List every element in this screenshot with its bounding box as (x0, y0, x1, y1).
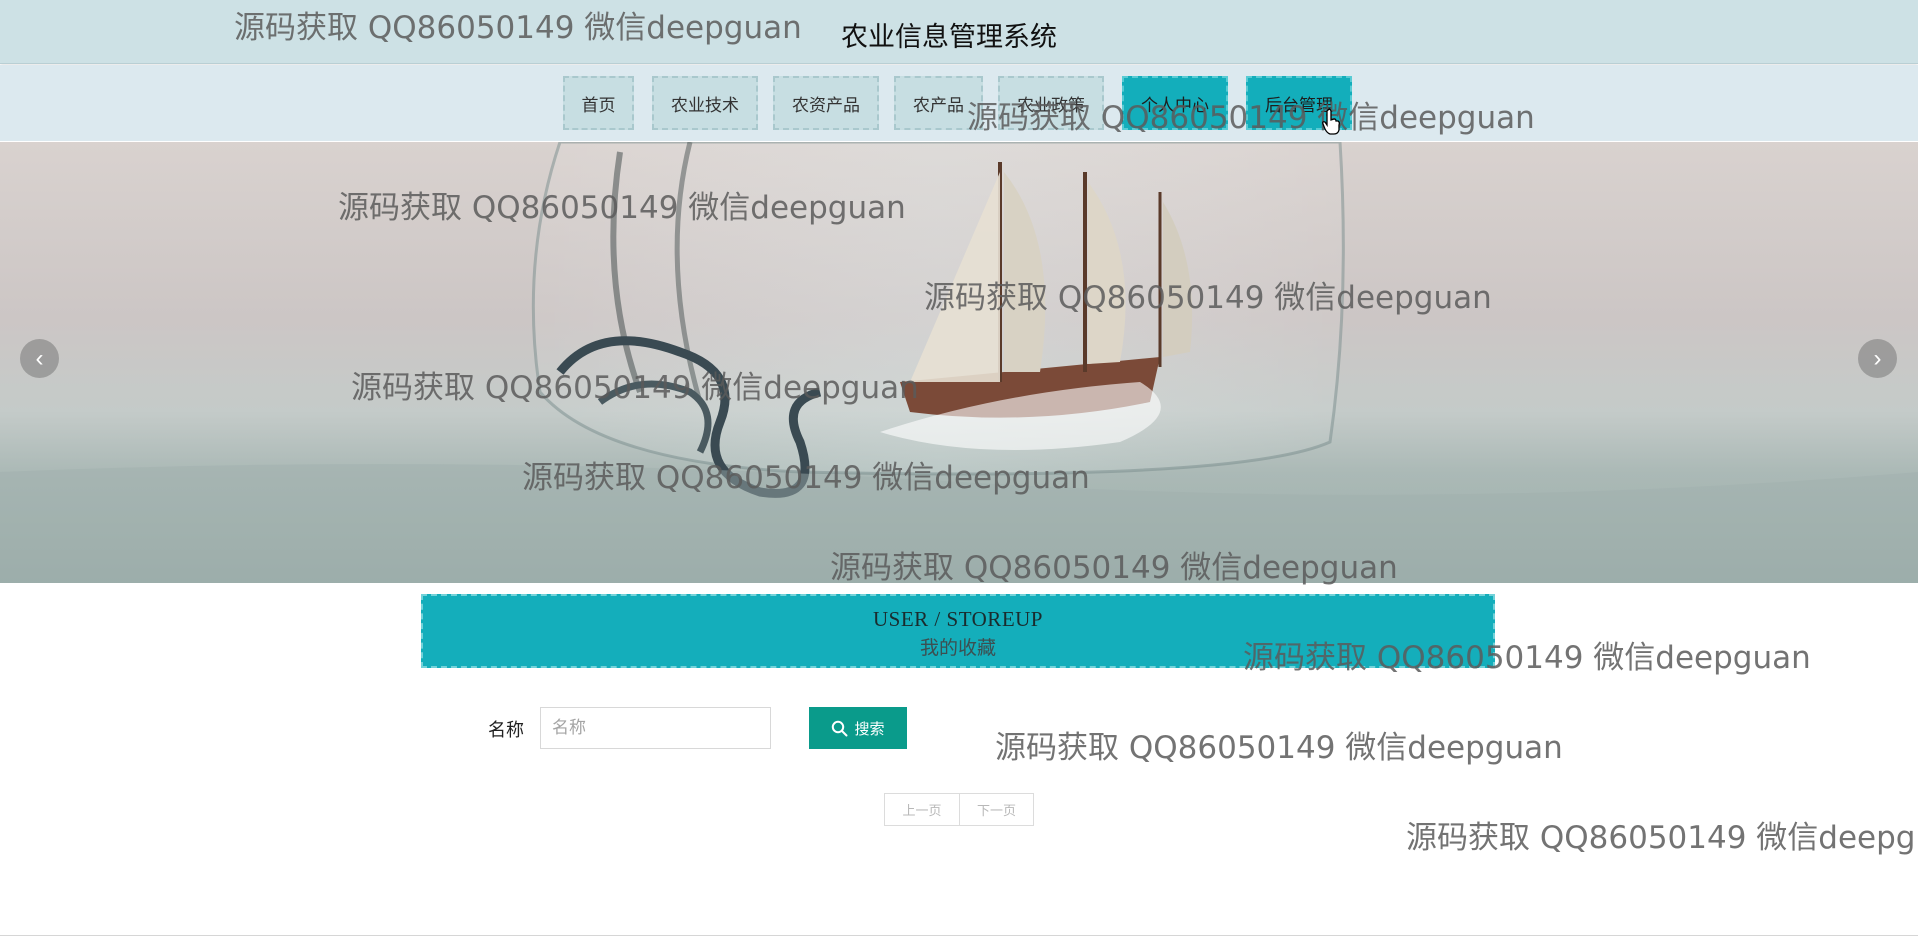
watermark: 源码获取 QQ86050149 微信deepguan (1406, 820, 1918, 856)
watermark: 源码获取 QQ86050149 微信deepguan (995, 730, 1563, 766)
search-input[interactable] (540, 707, 771, 749)
pagination: 上一页 下一页 (884, 793, 1034, 826)
nav-item-agri-tech[interactable]: 农业技术 (652, 76, 758, 130)
chevron-right-icon: › (1873, 344, 1882, 372)
section-title-cn: 我的收藏 (919, 637, 996, 659)
site-title: 农业信息管理系统 (841, 22, 1057, 53)
section-title-en: USER / STOREUP (873, 607, 1043, 631)
search-button-label: 搜索 (854, 719, 885, 738)
next-page-button[interactable]: 下一页 (959, 794, 1033, 825)
main-nav: 首页 农业技术 农资产品 农产品 农业政策 个人中心 后台管理 (0, 65, 1918, 141)
nav-item-agri-supplies[interactable]: 农资产品 (773, 76, 879, 130)
banner-image (0, 142, 1918, 583)
banner-next-button[interactable]: › (1858, 339, 1897, 378)
search-label: 名称 (488, 720, 524, 741)
banner-carousel[interactable]: ‹ › (0, 142, 1918, 583)
top-header: 农业信息管理系统 (0, 0, 1918, 64)
section-header: USER / STOREUP 我的收藏 (421, 594, 1495, 668)
banner-prev-button[interactable]: ‹ (20, 339, 59, 378)
search-button[interactable]: 搜索 (809, 707, 907, 749)
nav-item-agri-products[interactable]: 农产品 (894, 76, 983, 130)
search-icon (832, 720, 848, 736)
prev-page-button[interactable]: 上一页 (885, 794, 959, 825)
hand-cursor-icon (1322, 108, 1340, 135)
footer-divider (0, 935, 1918, 936)
nav-item-agri-policy[interactable]: 农业政策 (998, 76, 1104, 130)
page: 农业信息管理系统 首页 农业技术 农资产品 农产品 农业政策 个人中心 后台管理 (0, 0, 1918, 938)
nav-item-home[interactable]: 首页 (563, 76, 634, 130)
nav-item-user-center[interactable]: 个人中心 (1122, 76, 1228, 130)
chevron-left-icon: ‹ (35, 344, 44, 372)
